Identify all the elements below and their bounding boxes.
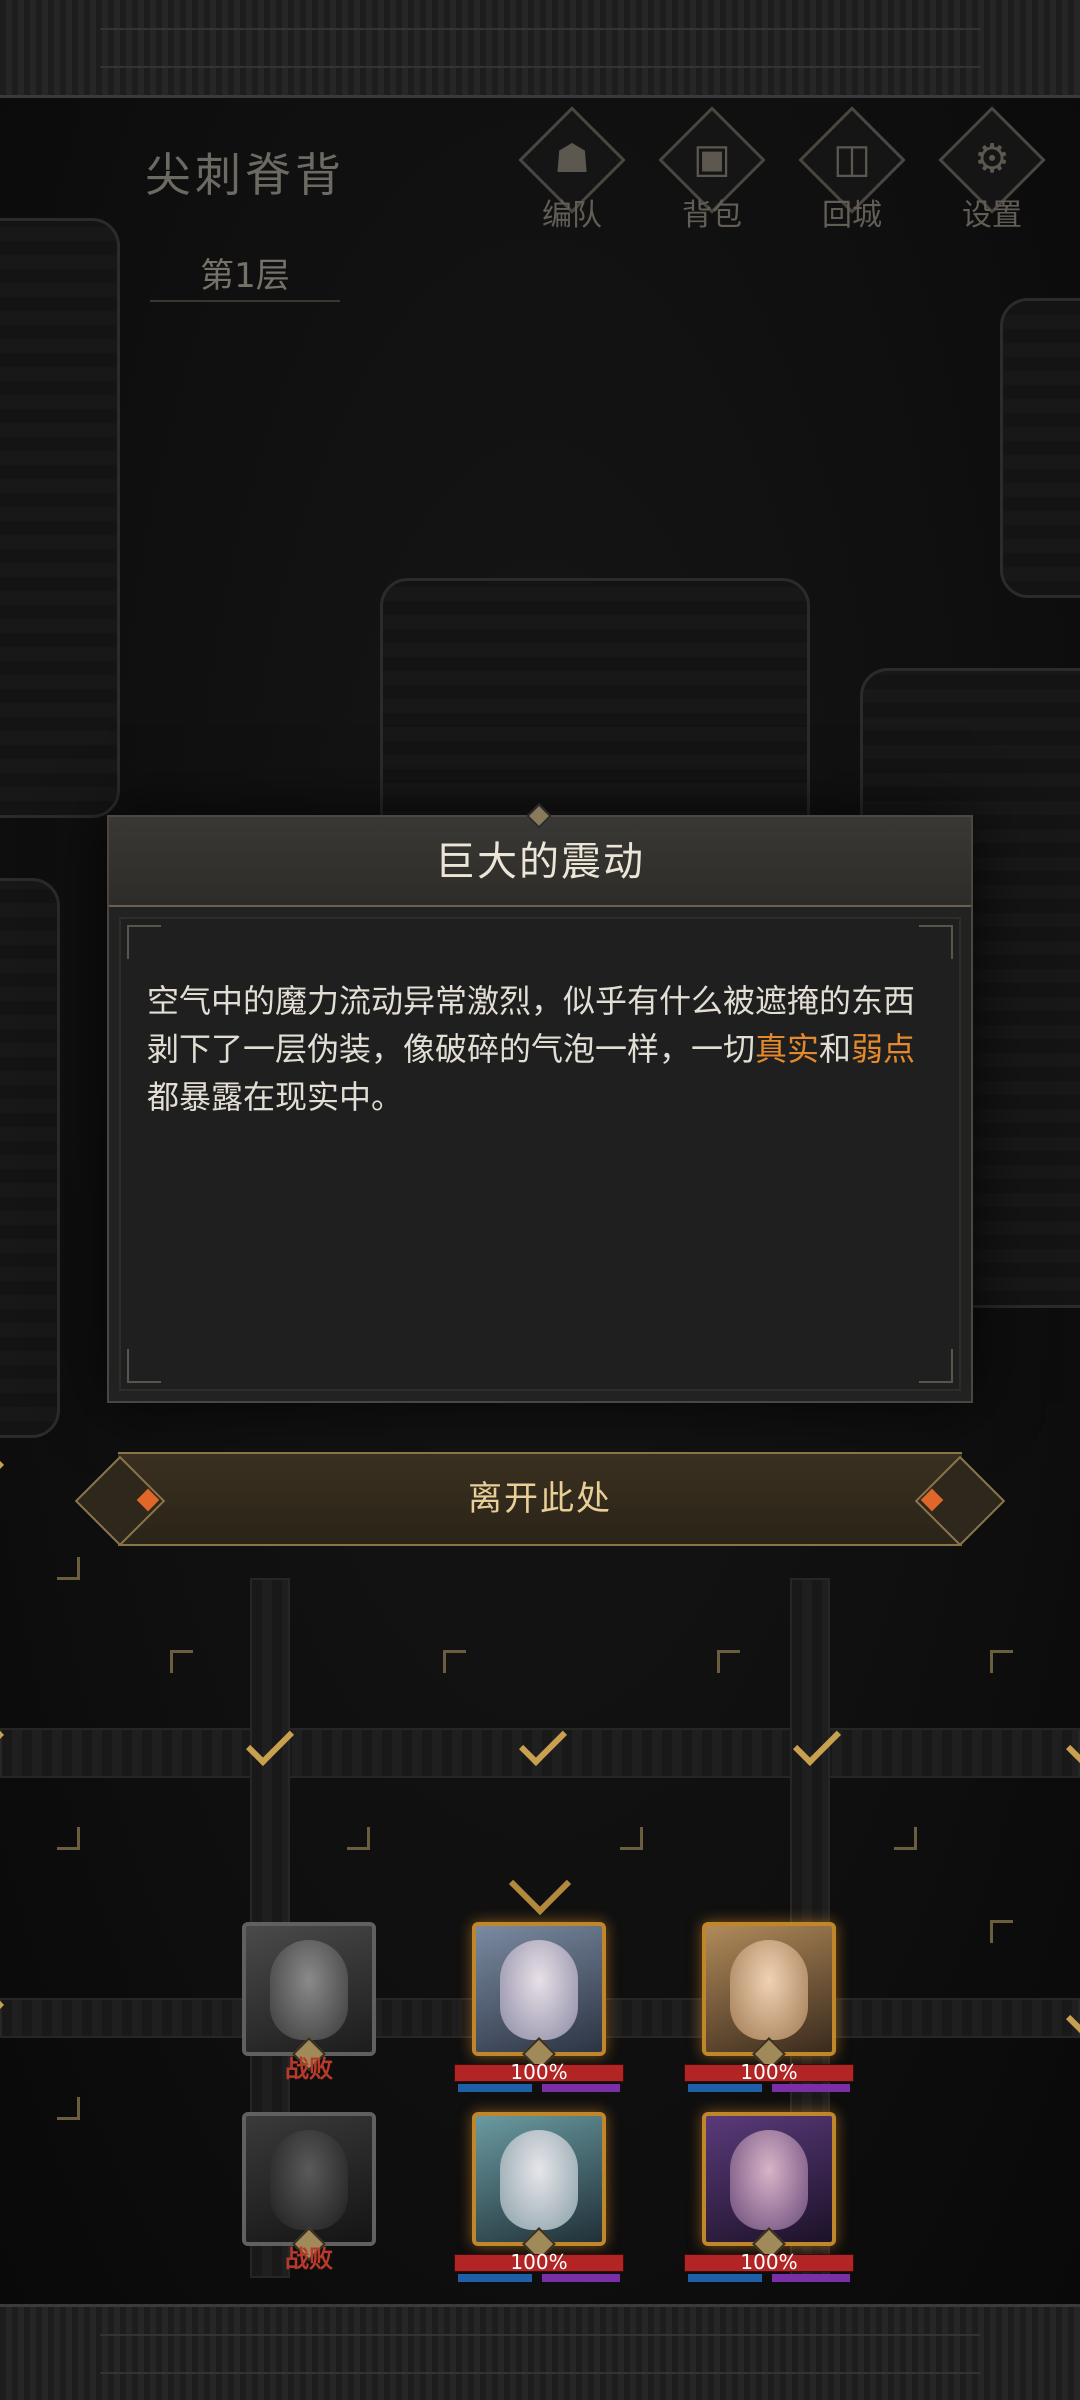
- frame-ornament: [100, 2333, 980, 2374]
- checkmark-icon: [0, 1447, 5, 1497]
- energy-bar: [542, 2274, 620, 2282]
- dialog-title: 巨大的震动: [435, 839, 645, 885]
- hero-slot-5[interactable]: 100%: [454, 2112, 624, 2292]
- map-tile-explored[interactable]: [170, 1650, 370, 1850]
- map-tile-explored[interactable]: [443, 1650, 643, 1850]
- gear-icon: ⚙: [974, 136, 1010, 182]
- checkmark-icon: [792, 1717, 842, 1767]
- hero-face: [500, 1940, 578, 2040]
- map-tile-explored[interactable]: [0, 1380, 80, 1580]
- checkmark-icon: [1065, 1987, 1080, 2037]
- mana-bar: [688, 2084, 762, 2092]
- map-tile-explored[interactable]: [990, 1920, 1080, 2120]
- map-tile-explored[interactable]: [717, 1650, 917, 1850]
- town-label: 回城: [822, 198, 882, 233]
- hp-percent: 100%: [740, 2250, 798, 2274]
- hero-slot-2[interactable]: 100%: [454, 1922, 624, 2102]
- leave-button[interactable]: 离开此处: [74, 1452, 1006, 1547]
- dialog-header: 巨大的震动: [109, 803, 971, 907]
- hero-portrait: [242, 2112, 376, 2246]
- frame-ornament: [100, 27, 980, 68]
- hero-face: [270, 1940, 348, 2040]
- hero-slot-6[interactable]: 100%: [684, 2112, 854, 2292]
- backpack-icon: ▣: [693, 136, 731, 182]
- hp-percent: 100%: [740, 2060, 798, 2084]
- top-frame: [0, 0, 1080, 98]
- hero-slot-3[interactable]: 100%: [684, 1922, 854, 2102]
- hero-portrait: [702, 1922, 836, 2056]
- leave-button-label: 离开此处: [468, 1479, 612, 1519]
- map-tile-explored[interactable]: [990, 1650, 1080, 1850]
- hero-face: [270, 2130, 348, 2230]
- hero-face: [730, 2130, 808, 2230]
- checkmark-icon: [1065, 1717, 1080, 1767]
- bag-label: 背包: [682, 198, 742, 233]
- mana-bar: [458, 2084, 532, 2092]
- map-tile-explored[interactable]: [0, 1650, 80, 1850]
- mana-bar: [688, 2274, 762, 2282]
- hero-portrait: [472, 2112, 606, 2246]
- corner-ornament: [127, 925, 161, 959]
- defeated-label: 战败: [285, 2245, 333, 2273]
- checkmark-icon: [0, 1717, 5, 1767]
- map-room: [1000, 298, 1080, 598]
- door-icon: ◫: [833, 136, 871, 182]
- map-tile-explored[interactable]: [0, 1920, 80, 2120]
- energy-bar: [542, 2084, 620, 2092]
- keyword-highlight: 弱点: [851, 1030, 916, 1068]
- team-button[interactable]: ☗ 编队: [512, 106, 632, 248]
- checkmark-icon: [0, 1987, 5, 2037]
- hero-face: [500, 2130, 578, 2230]
- map-room: [0, 878, 60, 1438]
- corner-ornament: [919, 925, 953, 959]
- horned-helmet-icon: ☗: [554, 136, 590, 182]
- hero-portrait: [472, 1922, 606, 2056]
- team-label: 编队: [542, 198, 602, 233]
- floor-label: 第1层: [150, 250, 340, 302]
- energy-bar: [772, 2274, 850, 2282]
- mana-bar: [458, 2274, 532, 2282]
- event-text-part: 都暴露在现实中。: [147, 1078, 404, 1116]
- checkmark-icon: [245, 1717, 295, 1767]
- hero-portrait: [702, 2112, 836, 2246]
- map-room: [0, 218, 120, 818]
- hero-face: [730, 1940, 808, 2040]
- keyword-highlight: 真实: [755, 1030, 820, 1068]
- bottom-frame: [0, 2304, 1080, 2400]
- hero-slot-4[interactable]: 战败: [224, 2112, 394, 2292]
- hero-portrait: [242, 1922, 376, 2056]
- hero-slot-1[interactable]: 战败: [224, 1922, 394, 2102]
- corner-ornament: [127, 1349, 161, 1383]
- corner-ornament: [919, 1349, 953, 1383]
- dungeon-name: 尖刺脊背: [145, 148, 345, 202]
- hp-percent: 100%: [510, 2060, 568, 2084]
- event-dialog: 巨大的震动 空气中的魔力流动异常激烈，似乎有什么被遮掩的东西剥下了一层伪装，像破…: [107, 803, 973, 1403]
- hp-percent: 100%: [510, 2250, 568, 2274]
- bag-button[interactable]: ▣ 背包: [652, 106, 772, 248]
- energy-bar: [772, 2084, 850, 2092]
- event-description: 空气中的魔力流动异常激烈，似乎有什么被遮掩的东西剥下了一层伪装，像破碎的气泡一样…: [147, 977, 917, 1121]
- defeated-label: 战败: [285, 2055, 333, 2083]
- event-text-part: 和: [819, 1030, 852, 1068]
- checkmark-icon: [518, 1717, 568, 1767]
- town-button[interactable]: ◫ 回城: [792, 106, 912, 248]
- settings-label: 设置: [962, 198, 1022, 233]
- settings-button[interactable]: ⚙ 设置: [932, 106, 1052, 248]
